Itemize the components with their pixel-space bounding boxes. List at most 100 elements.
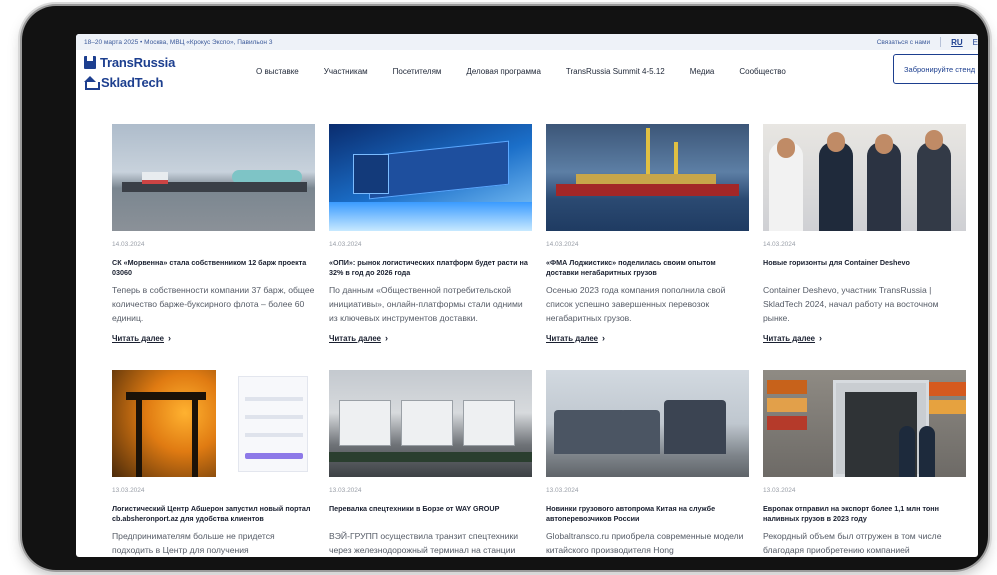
news-excerpt: Container Deshevo, участник TransRussia … [763,285,939,323]
news-image-cargo-ship[interactable] [546,124,749,231]
news-date: 13.03.2024 [763,487,796,494]
news-title[interactable]: Новинки грузового автопрома Китая на слу… [546,504,749,526]
sunset-shape [112,370,216,477]
vehicle-shape [401,400,453,446]
contact-link[interactable]: Связаться с нами [877,39,930,46]
main-nav: О выставке Участникам Посетителям Делова… [256,67,811,76]
news-excerpt: Предпринимателям больше не придется подх… [112,531,275,555]
news-excerpt: Теперь в собственности компании 37 барж,… [112,285,315,323]
container-shape [767,416,807,430]
event-info: 18–20 марта 2025 • Москва, МВЦ «Крокус Э… [84,38,273,46]
head-shape [777,138,795,158]
news-excerpt: ВЭЙ-ГРУПП осуществила транзит спецтехник… [329,531,519,555]
head-shape [925,130,943,150]
news-card[interactable]: 13.03.2024 Европак отправил на экспорт б… [763,370,966,557]
deck-shape [576,174,716,184]
news-title[interactable]: Европак отправил на экспорт более 1,1 мл… [763,504,966,526]
language-en[interactable]: E [973,38,978,47]
chevron-right-icon: › [168,333,172,343]
news-card[interactable]: 14.03.2024 Новые горизонты для Container… [763,124,966,343]
top-info-bar: 18–20 марта 2025 • Москва, МВЦ «Крокус Э… [76,34,978,50]
language-ru[interactable]: RU [951,38,963,47]
news-title[interactable]: «ОПИ»: рынок логистических платформ буде… [329,258,532,280]
chevron-right-icon: › [819,333,823,343]
nav-item-summit[interactable]: TransRussia Summit 4-5.12 [566,67,665,76]
portal-screenshot [238,376,308,472]
truck-shape [664,400,726,454]
read-more-link[interactable]: Читать далее › [112,333,315,343]
container-shape [929,400,966,414]
chevron-right-icon: › [602,333,606,343]
site-logo[interactable]: TransRussia SkladTech [84,52,194,92]
news-card[interactable]: 14.03.2024 «ФМА Лоджистикс» поделилась с… [546,124,749,343]
news-excerpt: Рекордный объем был отгружен в том числе… [763,531,942,555]
news-image-barge[interactable] [112,124,315,231]
transrussia-logo-icon [84,55,96,69]
news-image-railway[interactable] [329,370,532,477]
news-image-port-portal[interactable] [112,370,315,477]
news-excerpt: Осенью 2023 года компания пополнила свой… [546,285,726,323]
trailer-shape [369,140,509,200]
nav-item-media[interactable]: Медиа [690,67,715,76]
news-date: 14.03.2024 [546,241,579,248]
person-shape [867,142,901,231]
read-more-label: Читать далее [546,333,599,343]
news-title[interactable]: Логистический Центр Абшерон запустил нов… [112,504,315,526]
site-header: TransRussia SkladTech О выставке Участни… [76,50,978,96]
news-excerpt: Globaltransco.ru приобрела современные м… [546,531,744,555]
vehicle-shape [339,400,391,446]
news-card[interactable]: 13.03.2024 Логистический Центр Абшерон з… [112,370,315,557]
worker-shape [899,426,915,477]
news-date: 13.03.2024 [329,487,362,494]
tug-shape [142,172,168,184]
news-image-trucks[interactable] [546,370,749,477]
logo-skladtech: SkladTech [84,72,194,92]
news-title[interactable]: Новые горизонты для Container Deshevo [763,258,966,280]
news-image-containers[interactable] [763,370,966,477]
news-title[interactable]: СК «Морвенна» стала собственником 12 бар… [112,258,315,280]
hull-shape [556,184,739,196]
nav-item-community[interactable]: Сообщество [739,67,785,76]
nav-item-exhibitors[interactable]: Участникам [324,67,368,76]
news-date: 14.03.2024 [112,241,145,248]
news-date: 13.03.2024 [546,487,579,494]
read-more-label: Читать далее [112,333,165,343]
news-title[interactable]: Перевалка спецтехники в Борзе от WAY GRO… [329,504,532,526]
crane-leg-shape [136,398,142,477]
worker-shape [919,426,935,477]
crane-shape [646,128,650,176]
nav-item-visitors[interactable]: Посетителям [393,67,442,76]
read-more-link[interactable]: Читать далее › [329,333,532,343]
form-button-shape [245,453,303,459]
news-image-people[interactable] [763,124,966,231]
logo-skladtech-text: SkladTech [101,74,164,90]
person-shape [917,142,951,231]
read-more-link[interactable]: Читать далее › [546,333,749,343]
nav-item-about[interactable]: О выставке [256,67,299,76]
news-image-digital-truck[interactable] [329,124,532,231]
book-stand-button[interactable]: Забронируйте стенд [893,54,978,84]
news-date: 13.03.2024 [112,487,145,494]
read-more-label: Читать далее [763,333,816,343]
news-card[interactable]: 14.03.2024 «ОПИ»: рынок логистических пл… [329,124,532,343]
nav-item-business-program[interactable]: Деловая программа [466,67,540,76]
tablet-frame: 18–20 марта 2025 • Москва, МВЦ «Крокус Э… [22,6,988,570]
browser-viewport: 18–20 марта 2025 • Москва, МВЦ «Крокус Э… [76,34,978,557]
truck-shape [620,410,660,454]
news-card[interactable]: 13.03.2024 Новинки грузового автопрома К… [546,370,749,557]
container-shape [767,380,807,394]
crane-shape [674,142,678,176]
news-card[interactable]: 13.03.2024 Перевалка спецтехники в Борзе… [329,370,532,557]
skladtech-logo-icon [84,76,100,90]
vehicle-shape [463,400,515,446]
form-field-shape [245,433,303,437]
top-bar-right: Связаться с нами RU E [877,37,978,47]
head-shape [827,132,845,152]
road-shape [329,202,532,231]
news-card[interactable]: 14.03.2024 СК «Морвенна» стала собственн… [112,124,315,343]
news-title[interactable]: «ФМА Лоджистикс» поделилась своим опытом… [546,258,749,280]
read-more-link[interactable]: Читать далее › [763,333,966,343]
cab-shape [353,154,389,194]
container-shape [767,398,807,412]
logo-transrussia: TransRussia [84,52,194,72]
